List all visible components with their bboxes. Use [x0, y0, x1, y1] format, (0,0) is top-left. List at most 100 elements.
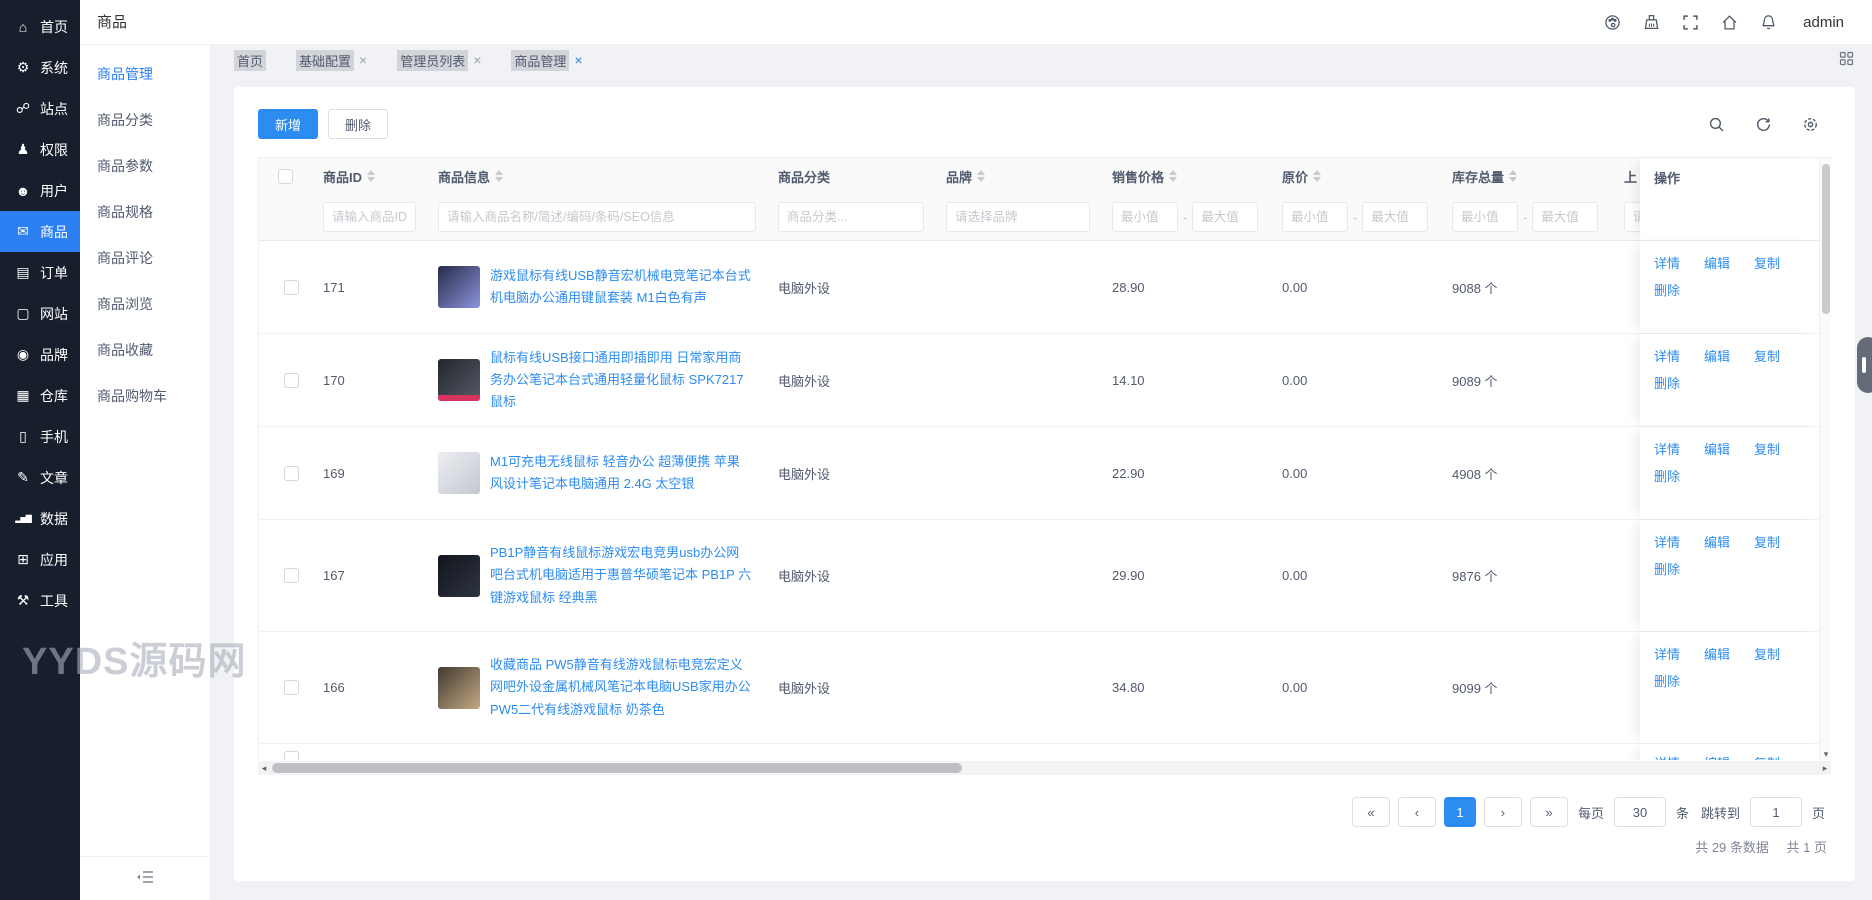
tab-管理员列表[interactable]: 管理员列表× — [397, 50, 481, 71]
action-detail-link[interactable]: 详情 — [1654, 346, 1680, 365]
action-detail-link[interactable]: 详情 — [1654, 439, 1680, 458]
filter-price-min-input[interactable] — [1112, 202, 1178, 232]
filter-price-max-input[interactable] — [1192, 202, 1258, 232]
first-page-button[interactable]: « — [1352, 797, 1390, 827]
sidebar-item-home[interactable]: ⌂首页 — [0, 6, 80, 47]
prev-page-button[interactable]: ‹ — [1398, 797, 1436, 827]
column-header-stock[interactable]: 库存总量 — [1452, 167, 1504, 186]
vertical-scrollbar-thumb[interactable] — [1822, 164, 1830, 314]
action-detail-link[interactable]: 详情 — [1654, 644, 1680, 663]
sidebar-item-data[interactable]: ▂▅▇数据 — [0, 498, 80, 539]
submenu-item-4[interactable]: 商品评论 — [80, 235, 210, 281]
product-title-link[interactable]: 游戏鼠标有线USB静音宏机械电竞笔记本台式机电脑办公通用键鼠套装 M1白色有声 — [490, 265, 752, 309]
filter-stock-max-input[interactable] — [1532, 202, 1598, 232]
settings-icon[interactable] — [1802, 116, 1819, 133]
tab-close-icon[interactable]: × — [473, 53, 481, 67]
tab-close-icon[interactable]: × — [574, 53, 582, 67]
search-icon[interactable] — [1708, 116, 1725, 133]
action-edit-link[interactable]: 编辑 — [1704, 253, 1730, 272]
filter-brand-select[interactable] — [946, 202, 1090, 232]
next-page-button[interactable]: › — [1484, 797, 1522, 827]
column-header-product-info[interactable]: 商品信息 — [438, 167, 490, 186]
action-delete-link[interactable]: 删除 — [1654, 559, 1680, 578]
filter-clipped-input[interactable] — [1624, 202, 1640, 232]
submenu-item-5[interactable]: 商品浏览 — [80, 281, 210, 327]
filter-product-id-input[interactable] — [323, 202, 416, 232]
row-checkbox[interactable] — [284, 680, 299, 695]
username[interactable]: admin — [1803, 14, 1844, 31]
action-detail-link[interactable]: 详情 — [1654, 532, 1680, 551]
home-icon[interactable] — [1721, 14, 1738, 31]
action-copy-link[interactable]: 复制 — [1754, 439, 1780, 458]
refresh-icon[interactable] — [1755, 116, 1772, 133]
clean-icon[interactable] — [1643, 14, 1660, 31]
sidebar-item-mobile[interactable]: ▯手机 — [0, 416, 80, 457]
row-checkbox[interactable] — [284, 280, 299, 295]
row-checkbox[interactable] — [284, 373, 299, 388]
submenu-item-3[interactable]: 商品规格 — [80, 189, 210, 235]
sort-icon[interactable] — [1169, 170, 1177, 182]
filter-stock-min-input[interactable] — [1452, 202, 1518, 232]
action-edit-link[interactable]: 编辑 — [1704, 439, 1730, 458]
sidebar-item-website[interactable]: ▢网站 — [0, 293, 80, 334]
page-1-button[interactable]: 1 — [1444, 797, 1476, 827]
sidebar-item-goods[interactable]: ✉商品 — [0, 211, 80, 252]
palette-icon[interactable] — [1604, 14, 1621, 31]
action-detail-link[interactable]: 详情 — [1654, 253, 1680, 272]
action-delete-link[interactable]: 删除 — [1654, 671, 1680, 690]
sidebar-item-user[interactable]: ☻用户 — [0, 170, 80, 211]
row-checkbox[interactable] — [284, 751, 299, 761]
column-header-original-price[interactable]: 原价 — [1282, 167, 1308, 186]
sidebar-item-site[interactable]: ☍站点 — [0, 88, 80, 129]
submenu-item-1[interactable]: 商品分类 — [80, 97, 210, 143]
table-vertical-scrollbar[interactable]: ▾ — [1819, 158, 1831, 760]
sidebar-item-order[interactable]: ▤订单 — [0, 252, 80, 293]
bell-icon[interactable] — [1760, 14, 1777, 31]
filter-original-min-input[interactable] — [1282, 202, 1348, 232]
product-title-link[interactable]: 收藏商品 PW5静音有线游戏鼠标电竞宏定义网吧外设金属机械风笔记本电脑USB家用… — [490, 654, 752, 720]
jump-page-input[interactable] — [1750, 797, 1802, 827]
sort-icon[interactable] — [367, 170, 375, 182]
row-checkbox[interactable] — [284, 466, 299, 481]
column-header-product-id[interactable]: 商品ID — [323, 167, 362, 186]
filter-product-info-input[interactable] — [438, 202, 756, 232]
tab-商品管理[interactable]: 商品管理× — [511, 50, 582, 71]
action-delete-link[interactable]: 删除 — [1654, 280, 1680, 299]
sort-icon[interactable] — [1509, 170, 1517, 182]
sidebar-item-brand[interactable]: ◉品牌 — [0, 334, 80, 375]
window-scrollbar-thumb[interactable] — [1857, 337, 1872, 393]
action-edit-link[interactable]: 编辑 — [1704, 346, 1730, 365]
submenu-item-6[interactable]: 商品收藏 — [80, 327, 210, 373]
add-button[interactable]: 新增 — [258, 109, 318, 139]
action-copy-link[interactable]: 复制 — [1754, 532, 1780, 551]
fullscreen-icon[interactable] — [1682, 14, 1699, 31]
sidebar-item-system[interactable]: ⚙系统 — [0, 47, 80, 88]
column-header-brand[interactable]: 品牌 — [946, 167, 972, 186]
action-copy-link[interactable]: 复制 — [1754, 253, 1780, 272]
product-title-link[interactable]: PB1P静音有线鼠标游戏宏电竞男usb办公网吧台式机电脑适用于惠普华硕笔记本 P… — [490, 542, 752, 608]
submenu-item-2[interactable]: 商品参数 — [80, 143, 210, 189]
sidebar-item-warehouse[interactable]: ▦仓库 — [0, 375, 80, 416]
action-copy-link[interactable]: 复制 — [1754, 346, 1780, 365]
row-checkbox[interactable] — [284, 568, 299, 583]
action-detail-link[interactable]: 详情 — [1654, 753, 1680, 760]
column-header-price[interactable]: 销售价格 — [1112, 167, 1164, 186]
action-copy-link[interactable]: 复制 — [1754, 753, 1780, 760]
tab-首页[interactable]: 首页 — [234, 50, 266, 71]
last-page-button[interactable]: » — [1530, 797, 1568, 827]
product-title-link[interactable]: 鼠标有线USB接口通用即插即用 日常家用商务办公笔记本台式通用轻量化鼠标 SPK… — [490, 347, 752, 413]
product-title-link[interactable]: M1可充电无线鼠标 轻音办公 超薄便携 苹果风设计笔记本电脑通用 2.4G 太空… — [490, 451, 752, 495]
sort-icon[interactable] — [495, 170, 503, 182]
collapse-sidebar-button[interactable] — [136, 870, 154, 887]
select-all-checkbox[interactable] — [278, 169, 293, 184]
filter-original-max-input[interactable] — [1362, 202, 1428, 232]
submenu-item-7[interactable]: 商品购物车 — [80, 373, 210, 419]
delete-button[interactable]: 删除 — [328, 109, 388, 139]
filter-category-select[interactable] — [778, 202, 924, 232]
action-copy-link[interactable]: 复制 — [1754, 644, 1780, 663]
tabs-menu-button[interactable] — [1839, 51, 1854, 69]
scroll-down-arrow-icon[interactable]: ▾ — [1820, 749, 1832, 760]
table-horizontal-scrollbar[interactable]: ◂ ▸ — [258, 761, 1831, 775]
sort-icon[interactable] — [1313, 170, 1321, 182]
action-edit-link[interactable]: 编辑 — [1704, 532, 1730, 551]
